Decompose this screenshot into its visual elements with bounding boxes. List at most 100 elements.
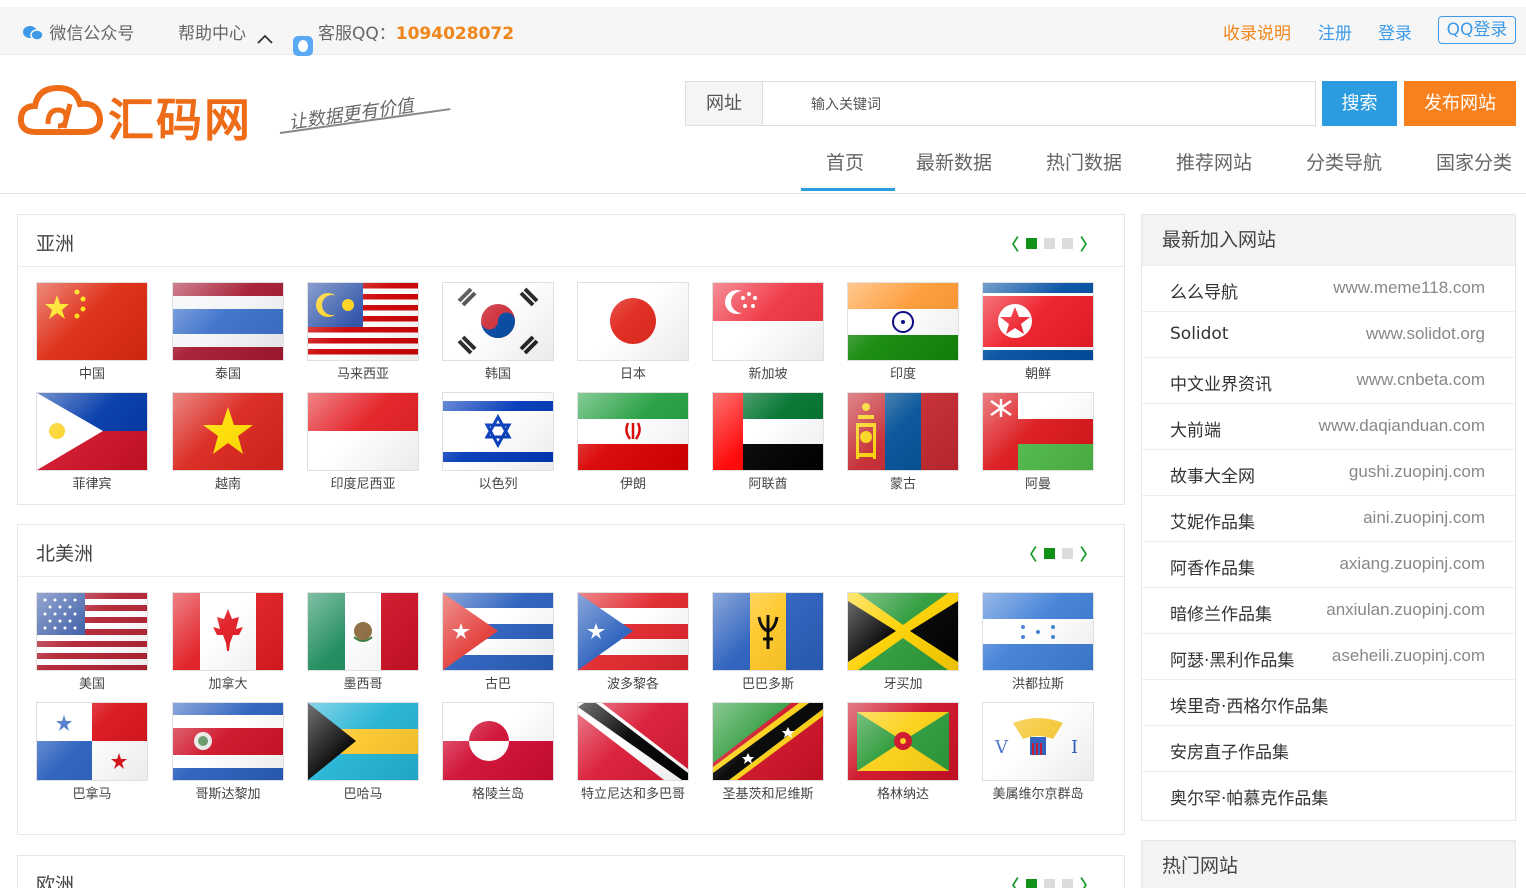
service-qq-number[interactable]: 1094028072 [396, 24, 514, 44]
country-korea[interactable]: 韩国 [443, 283, 553, 385]
site-url[interactable]: aini.zuopinj.com [1363, 508, 1485, 528]
site-url[interactable]: www.daqianduan.com [1319, 416, 1485, 436]
prev-arrow-icon[interactable]: 〈 [1003, 231, 1019, 255]
country-uae[interactable]: 阿联酋 [713, 393, 823, 495]
site-name[interactable]: 故事大全网 [1170, 462, 1255, 487]
page-dot-1[interactable] [1025, 878, 1037, 888]
country-china[interactable]: 中国 [37, 283, 147, 385]
iran-flag-icon [578, 393, 688, 470]
site-name[interactable]: 奥尔罕·帕慕克作品集 [1170, 784, 1328, 809]
nav-countries[interactable]: 国家分类 [1436, 148, 1512, 175]
country-grenada[interactable]: 格林纳达 [848, 703, 958, 805]
country-barbados[interactable]: 巴巴多斯 [713, 593, 823, 695]
next-arrow-icon[interactable]: 〉 [1080, 231, 1096, 255]
country-india[interactable]: 印度 [848, 283, 958, 385]
logo-text[interactable]: 汇码网 [108, 84, 252, 150]
site-name[interactable]: 大前端 [1170, 416, 1221, 441]
page-dot-1[interactable] [1025, 237, 1037, 249]
country-trinidad-tobago[interactable]: 特立尼达和多巴哥 [578, 703, 688, 805]
list-item[interactable]: Solidot www.solidot.org [1142, 311, 1515, 357]
prev-arrow-icon[interactable]: 〈 [1003, 872, 1019, 888]
site-name[interactable]: 暗修兰作品集 [1170, 600, 1272, 625]
country-thailand[interactable]: 泰国 [173, 283, 283, 385]
help-center-menu[interactable]: 帮助中心 [178, 19, 273, 44]
publish-site-button[interactable]: 发布网站 [1404, 81, 1516, 126]
malaysia-flag-icon [308, 283, 418, 360]
site-name[interactable]: 么么导航 [1170, 278, 1238, 303]
nav-hot-data[interactable]: 热门数据 [1046, 148, 1122, 175]
country-us-virgin-islands[interactable]: VI 美属维尔京群岛 [983, 703, 1093, 805]
nav-categories[interactable]: 分类导航 [1306, 148, 1382, 175]
country-puerto-rico[interactable]: 波多黎各 [578, 593, 688, 695]
country-iran[interactable]: 伊朗 [578, 393, 688, 495]
page-dot-2[interactable] [1061, 547, 1073, 559]
list-item[interactable]: 阿香作品集 axiang.zuopinj.com [1142, 541, 1515, 587]
country-japan[interactable]: 日本 [578, 283, 688, 385]
inclusion-link[interactable]: 收录说明 [1223, 19, 1291, 44]
country-bahamas[interactable]: 巴哈马 [308, 703, 418, 805]
wechat-link[interactable]: 微信公众号 [22, 19, 134, 44]
nav-latest-data[interactable]: 最新数据 [916, 148, 992, 175]
country-philippines[interactable]: 菲律宾 [37, 393, 147, 495]
list-item[interactable]: 艾妮作品集 aini.zuopinj.com [1142, 495, 1515, 541]
prev-arrow-icon[interactable]: 〈 [1021, 541, 1037, 565]
country-honduras[interactable]: 洪都拉斯 [983, 593, 1093, 695]
list-item[interactable]: 么么导航 www.meme118.com [1142, 265, 1515, 311]
country-canada[interactable]: 加拿大 [173, 593, 283, 695]
page-dot-3[interactable] [1061, 878, 1073, 888]
page-dot-1[interactable] [1043, 547, 1055, 559]
list-item[interactable]: 故事大全网 gushi.zuopinj.com [1142, 449, 1515, 495]
site-url[interactable]: axiang.zuopinj.com [1339, 554, 1485, 574]
site-name[interactable]: 艾妮作品集 [1170, 508, 1255, 533]
site-url[interactable]: anxiulan.zuopinj.com [1326, 600, 1485, 620]
logo-cloud-icon[interactable] [17, 80, 104, 144]
site-name[interactable]: 阿香作品集 [1170, 554, 1255, 579]
site-url[interactable]: www.solidot.org [1366, 324, 1485, 344]
list-item[interactable]: 阿瑟·黑利作品集 aseheili.zuopinj.com [1142, 633, 1515, 679]
search-button[interactable]: 搜索 [1322, 81, 1397, 126]
nav-recommended[interactable]: 推荐网站 [1176, 148, 1252, 175]
country-panama[interactable]: 巴拿马 [37, 703, 147, 805]
country-costa-rica[interactable]: 哥斯达黎加 [173, 703, 283, 805]
next-arrow-icon[interactable]: 〉 [1080, 541, 1096, 565]
qq-login-button[interactable]: QQ登录 [1438, 16, 1516, 44]
next-arrow-icon[interactable]: 〉 [1080, 872, 1096, 888]
list-item[interactable]: 暗修兰作品集 anxiulan.zuopinj.com [1142, 587, 1515, 633]
country-cuba[interactable]: 古巴 [443, 593, 553, 695]
site-name[interactable]: 中文业界资讯 [1170, 370, 1272, 395]
search-input[interactable] [763, 82, 1313, 125]
page-dot-3[interactable] [1061, 237, 1073, 249]
country-indonesia[interactable]: 印度尼西亚 [308, 393, 418, 495]
list-item[interactable]: 安房直子作品集 [1142, 725, 1515, 771]
country-north-korea[interactable]: 朝鲜 [983, 283, 1093, 385]
country-singapore[interactable]: 新加坡 [713, 283, 823, 385]
site-url[interactable]: www.meme118.com [1333, 278, 1485, 298]
country-mexico[interactable]: 墨西哥 [308, 593, 418, 695]
list-item[interactable]: 中文业界资讯 www.cnbeta.com [1142, 357, 1515, 403]
page-dot-2[interactable] [1043, 878, 1055, 888]
country-israel[interactable]: 以色列 [443, 393, 553, 495]
list-item[interactable]: 埃里奇·西格尔作品集 [1142, 679, 1515, 725]
site-url[interactable]: gushi.zuopinj.com [1349, 462, 1485, 482]
site-url[interactable]: aseheili.zuopinj.com [1332, 646, 1485, 666]
site-name[interactable]: 安房直子作品集 [1170, 738, 1289, 763]
login-link[interactable]: 登录 [1378, 19, 1412, 44]
country-greenland[interactable]: 格陵兰岛 [443, 703, 553, 805]
site-name[interactable]: 埃里奇·西格尔作品集 [1170, 692, 1328, 717]
list-item[interactable]: 奥尔罕·帕慕克作品集 [1142, 771, 1515, 817]
country-usa[interactable]: 美国 [37, 593, 147, 695]
register-link[interactable]: 注册 [1318, 19, 1352, 44]
site-name[interactable]: 阿瑟·黑利作品集 [1170, 646, 1294, 671]
country-mongolia[interactable]: 蒙古 [848, 393, 958, 495]
country-malaysia[interactable]: 马来西亚 [308, 283, 418, 385]
page-dot-2[interactable] [1043, 237, 1055, 249]
country-oman[interactable]: 阿曼 [983, 393, 1093, 495]
site-url[interactable]: www.cnbeta.com [1357, 370, 1486, 390]
nav-home[interactable]: 首页 [826, 148, 864, 175]
search-type-label[interactable]: 网址 [686, 82, 763, 125]
site-name[interactable]: Solidot [1170, 324, 1229, 344]
list-item[interactable]: 大前端 www.daqianduan.com [1142, 403, 1515, 449]
country-saint-kitts-nevis[interactable]: 圣基茨和尼维斯 [713, 703, 823, 805]
country-jamaica[interactable]: 牙买加 [848, 593, 958, 695]
country-vietnam[interactable]: 越南 [173, 393, 283, 495]
